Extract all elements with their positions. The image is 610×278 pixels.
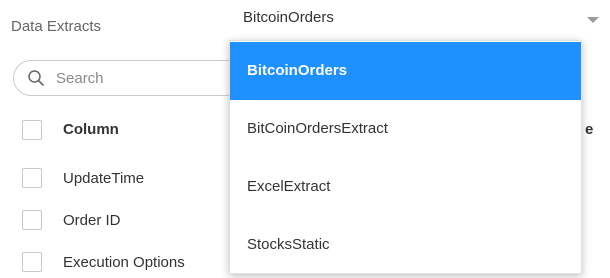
row-checkbox-updatetime[interactable] [22, 168, 42, 188]
search-input[interactable] [56, 66, 241, 90]
data-extracts-selected-value: BitcoinOrders [243, 9, 334, 26]
row-label-execution-options: Execution Options [63, 254, 185, 271]
row-label-order-id: Order ID [63, 212, 121, 229]
row-label-updatetime: UpdateTime [63, 170, 145, 187]
row-checkbox-execution-options[interactable] [22, 252, 42, 272]
dropdown-option-bitcoinorders[interactable]: BitcoinOrders [230, 42, 581, 100]
chevron-down-icon[interactable] [587, 17, 599, 23]
dropdown-option-stocksstatic[interactable]: StocksStatic [230, 216, 581, 274]
dropdown-option-bitcoinordersextract[interactable]: BitCoinOrdersExtract [230, 100, 581, 158]
data-extracts-select[interactable]: BitcoinOrders [232, 0, 610, 40]
select-all-checkbox[interactable] [22, 120, 42, 140]
dropdown-option-excelextract[interactable]: ExcelExtract [230, 158, 581, 216]
search-box[interactable] [13, 60, 248, 96]
data-extracts-dropdown: BitcoinOrders BitCoinOrdersExtract Excel… [229, 40, 582, 274]
search-icon [28, 70, 44, 86]
data-extracts-label: Data Extracts [11, 18, 102, 35]
row-checkbox-order-id[interactable] [22, 210, 42, 230]
partial-column-header: e [585, 121, 594, 138]
column-header-label: Column [63, 121, 119, 138]
